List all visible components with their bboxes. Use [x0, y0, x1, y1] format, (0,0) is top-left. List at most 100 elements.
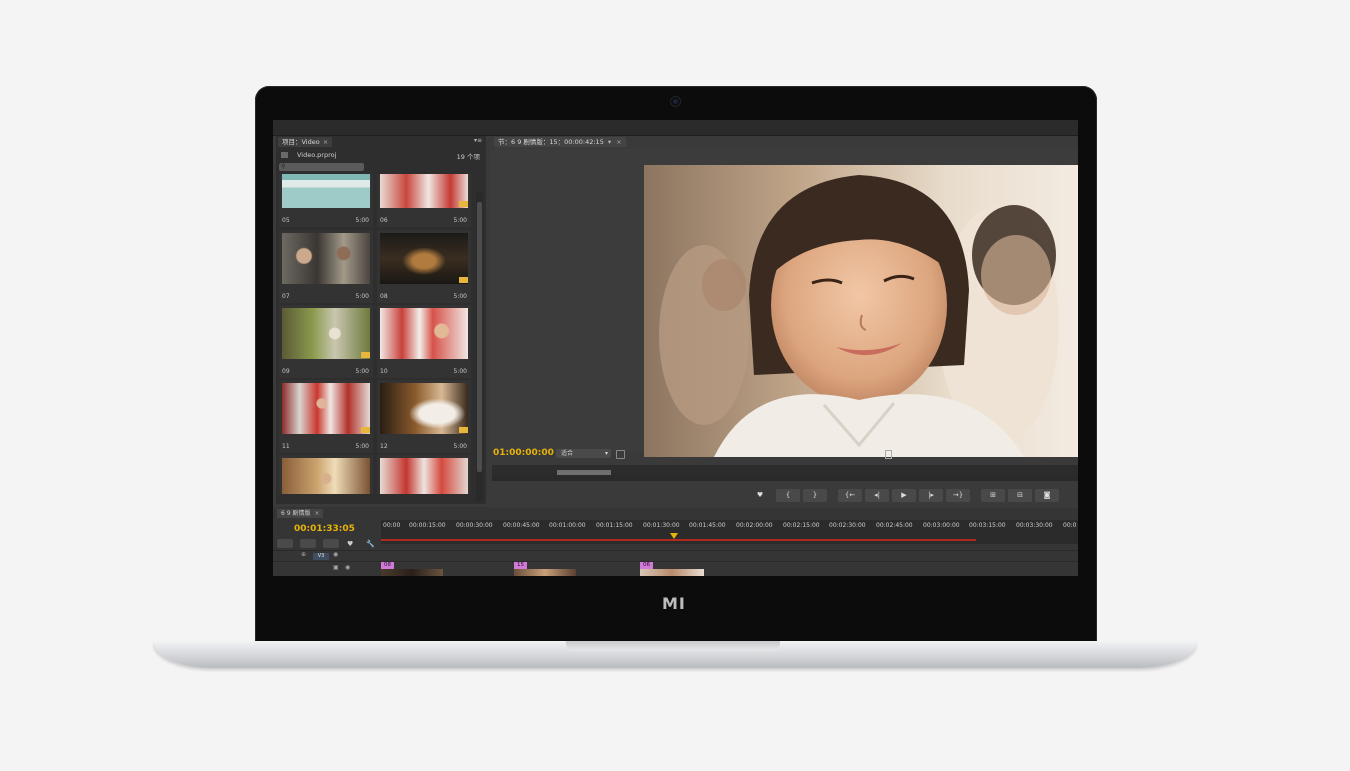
tick-label: 00:02:00:00: [736, 522, 773, 529]
thumbnail: [380, 383, 468, 434]
work-area-bar[interactable]: [381, 539, 976, 541]
clip-thumbnail: [381, 569, 443, 576]
tick-label: 00:01:45:00: [689, 522, 726, 529]
program-monitor: 节：6 9 剧情版：15：00:00:42:15 ▾ × 01:00:00:00…: [490, 136, 1078, 506]
item-number: 06: [380, 217, 388, 224]
thumbnail: [380, 308, 468, 359]
media-item[interactable]: [279, 455, 373, 494]
timeline-ruler[interactable]: 00:00 00:00:15:00 00:00:30:00 00:00:45:0…: [381, 520, 1078, 544]
play-button[interactable]: ▶: [892, 489, 916, 502]
eye-icon[interactable]: ◉: [345, 564, 350, 571]
media-item[interactable]: 11 5:00: [279, 380, 373, 453]
video-frame-image: [644, 165, 1078, 457]
go-to-out-button[interactable]: →}: [946, 489, 970, 502]
chevron-down-icon[interactable]: ▾: [608, 138, 611, 146]
project-scrollbar[interactable]: [476, 192, 483, 502]
item-number: 12: [380, 443, 388, 450]
window-topbar: [273, 120, 1078, 136]
thumbnail: [380, 458, 468, 494]
media-badge-icon: [361, 352, 370, 358]
item-duration: 5:00: [453, 217, 467, 224]
tick-label: 00:0: [1063, 522, 1077, 529]
project-file-name: Video.prproj: [297, 151, 337, 159]
zoom-scroll-bar[interactable]: [557, 470, 611, 475]
media-badge-icon: [361, 427, 370, 433]
go-to-in-button[interactable]: {←: [838, 489, 862, 502]
item-number: 09: [282, 368, 290, 375]
tick-label: 00:01:00:00: [549, 522, 586, 529]
project-tab[interactable]: 项目：Video ×: [278, 137, 333, 147]
close-icon[interactable]: ×: [323, 138, 328, 146]
program-tab[interactable]: 节：6 9 剧情版：15：00:00:42:15 ▾ ×: [494, 137, 626, 147]
item-number: 11: [282, 443, 290, 450]
media-badge-icon: [459, 201, 468, 207]
tick-label: 00:02:30:00: [829, 522, 866, 529]
media-item[interactable]: 05 5:00: [279, 174, 373, 227]
thumbnail: [282, 308, 370, 359]
item-count: 19 个项: [456, 153, 480, 161]
item-number: 05: [282, 217, 290, 224]
monitor-time-ruler[interactable]: [492, 465, 1078, 476]
item-duration: 5:00: [355, 368, 369, 375]
film-icon[interactable]: [885, 450, 892, 459]
add-marker-button[interactable]: [323, 539, 339, 548]
lid-notch: [566, 641, 780, 651]
media-item[interactable]: 09 5:00: [279, 305, 373, 378]
lock-icon[interactable]: ⊕: [301, 551, 306, 558]
mark-out-button[interactable]: }: [803, 489, 827, 502]
scrollbar-thumb[interactable]: [477, 202, 482, 472]
film-icon[interactable]: ▣: [333, 564, 339, 571]
extract-button[interactable]: ⊟: [1008, 489, 1032, 502]
program-timecode[interactable]: 01:00:00:00: [493, 448, 554, 458]
panel-menu-icon[interactable]: ▾≡: [474, 137, 482, 144]
timeline-clip[interactable]: 08: [381, 562, 443, 576]
step-forward-button[interactable]: |▸: [919, 489, 943, 502]
linked-selection-button[interactable]: [300, 539, 316, 548]
add-marker-button[interactable]: ♥: [748, 489, 772, 502]
wrench-icon[interactable]: 🔧: [366, 540, 375, 548]
timeline-timecode[interactable]: 00:01:33:05: [294, 524, 355, 534]
search-input[interactable]: ⚲: [279, 163, 364, 171]
item-duration: 5:00: [453, 293, 467, 300]
project-panel: 项目：Video × ▾≡ Video.prproj 19 个项 ⚲ 05 5:0…: [276, 136, 489, 520]
monitor-scrub-bar[interactable]: [492, 476, 1078, 481]
item-duration: 5:00: [453, 443, 467, 450]
timeline-clip[interactable]: 15: [514, 562, 576, 576]
lift-button[interactable]: ⊞: [981, 489, 1005, 502]
clip-label: 15: [514, 562, 527, 569]
step-back-button[interactable]: ◂|: [865, 489, 889, 502]
tick-label: 00:03:15:00: [969, 522, 1006, 529]
quality-icon[interactable]: [616, 450, 625, 459]
playhead[interactable]: [670, 533, 678, 539]
track-label-v3[interactable]: V3: [313, 553, 329, 560]
video-frame: [644, 165, 1078, 457]
media-item[interactable]: 12 5:00: [377, 380, 471, 453]
eye-icon[interactable]: ◉: [333, 551, 338, 558]
brand-logo: MI: [662, 594, 686, 613]
clip-label: 08: [381, 562, 394, 569]
clip-label: 06: [640, 562, 653, 569]
media-item[interactable]: [377, 455, 471, 494]
timeline-panel: 6 9 剧情版 × 00:01:33:05 ♥ 🔧 00:00 00:00:15:…: [273, 508, 1078, 576]
close-icon[interactable]: ×: [314, 510, 319, 517]
snap-button[interactable]: [277, 539, 293, 548]
export-frame-button[interactable]: ◙: [1035, 489, 1059, 502]
media-item[interactable]: 10 5:00: [377, 305, 471, 378]
close-icon[interactable]: ×: [616, 138, 621, 146]
program-tab-label: 节：6 9 剧情版：15：00:00:42:15: [498, 138, 604, 146]
track-row-v3: [273, 550, 1078, 561]
media-badge-icon: [459, 427, 468, 433]
marker-icon[interactable]: ♥: [347, 540, 353, 548]
media-item[interactable]: 07 5:00: [279, 230, 373, 303]
fit-select[interactable]: 适合 ▾: [556, 449, 611, 458]
item-duration: 5:00: [355, 217, 369, 224]
media-item[interactable]: 08 5:00: [377, 230, 471, 303]
media-grid: 05 5:00 06 5:00 07 5:00 08 5:00 09 5:00 …: [279, 174, 473, 494]
media-item[interactable]: 06 5:00: [377, 174, 471, 227]
thumbnail: [380, 233, 468, 284]
mark-in-button[interactable]: {: [776, 489, 800, 502]
timeline-tab-label: 6 9 剧情版: [281, 510, 311, 517]
thumbnail: [380, 174, 468, 208]
timeline-clip[interactable]: 06: [640, 562, 704, 576]
timeline-tab[interactable]: 6 9 剧情版 ×: [277, 509, 324, 518]
